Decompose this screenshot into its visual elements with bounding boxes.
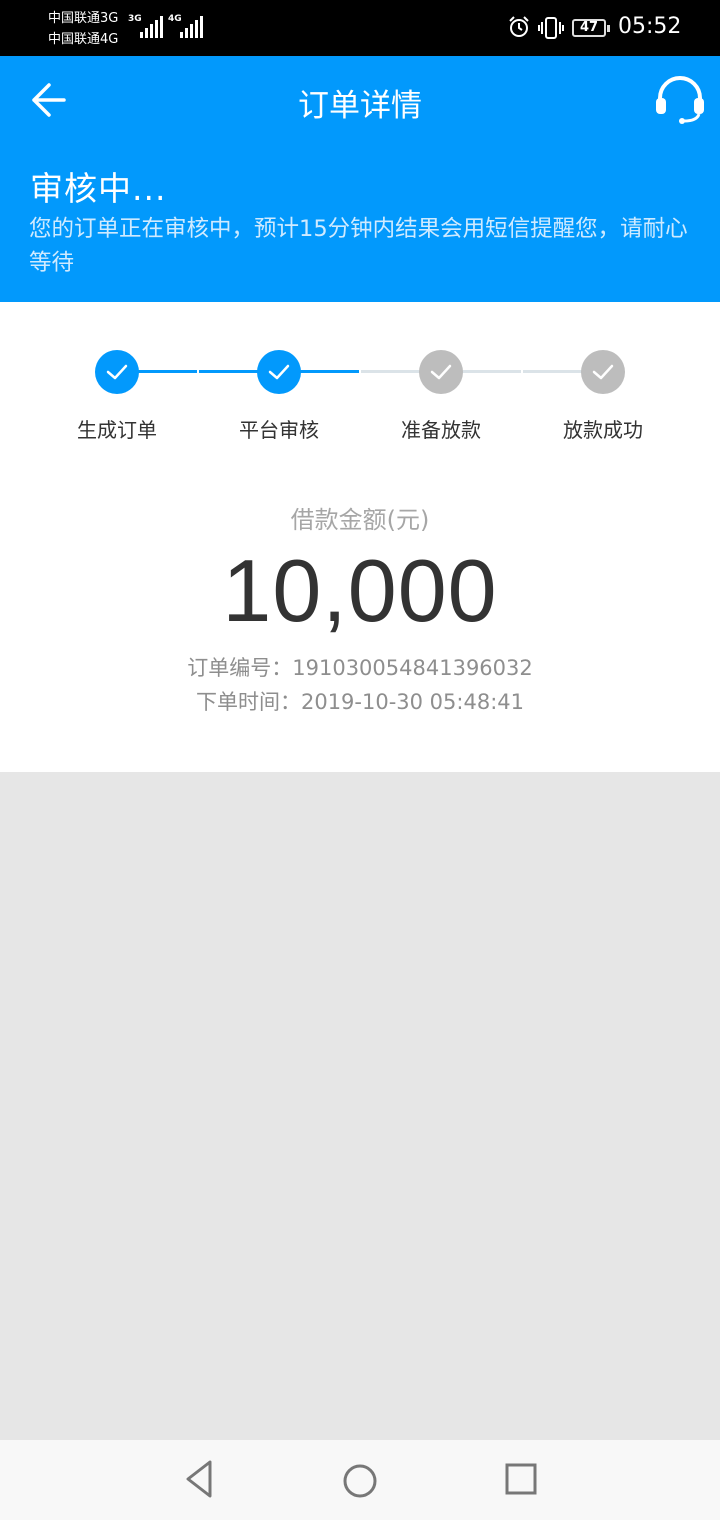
- order-number-label: 订单编号：: [187, 656, 293, 680]
- page-title: 订单详情: [298, 88, 422, 124]
- step-label: 平台审核: [239, 418, 319, 442]
- system-nav-bar: [0, 1440, 720, 1520]
- loan-amount: 10,000: [222, 541, 498, 640]
- nav-recent-icon[interactable]: [504, 1462, 538, 1496]
- order-time-row: 下单时间：2019-10-30 05:48:41: [0, 686, 720, 716]
- step-label: 放款成功: [563, 418, 643, 442]
- step-check-icon: [419, 350, 463, 394]
- order-number: 191030054841396032: [292, 656, 533, 680]
- order-number-row: 订单编号：191030054841396032: [0, 652, 720, 682]
- battery-icon: 47: [572, 19, 610, 37]
- step-check-icon: [257, 350, 301, 394]
- vibrate-icon: [538, 17, 564, 39]
- step-check-icon: [95, 350, 139, 394]
- nav-back-icon[interactable]: [180, 1456, 220, 1502]
- alarm-icon: [509, 16, 529, 37]
- battery-level: 47: [579, 20, 599, 35]
- status-description: 您的订单正在审核中，预计15分钟内结果会用短信提醒您，请耐心等待: [29, 216, 688, 276]
- carrier-info: 中国联通3G 中国联通4G: [48, 8, 118, 50]
- header: 订单详情 审核中... 您的订单正在审核中，预计15分钟内结果会用短信提醒您，请…: [0, 56, 720, 302]
- order-time: 2019-10-30 05:48:41: [300, 690, 525, 714]
- carrier-1: 中国联通3G: [48, 11, 119, 26]
- step-label: 生成订单: [77, 418, 157, 442]
- amount-label: 借款金额(元): [290, 506, 430, 534]
- clock: 05:52: [618, 14, 682, 39]
- nav-home-icon[interactable]: [341, 1462, 379, 1500]
- step-check-icon: [581, 350, 625, 394]
- order-time-label: 下单时间：: [195, 690, 301, 714]
- carrier-2: 中国联通4G: [48, 32, 119, 47]
- status-bar: 中国联通3G 中国联通4G 3G 4G 47 05:52: [0, 0, 720, 56]
- step-label: 准备放款: [401, 418, 481, 442]
- status-title: 审核中...: [30, 169, 167, 208]
- headset-icon[interactable]: [652, 74, 708, 124]
- order-card: 生成订单 平台审核 准备放款 放款成功 借款金额(元) 10,000 订单编号：191…: [0, 302, 720, 772]
